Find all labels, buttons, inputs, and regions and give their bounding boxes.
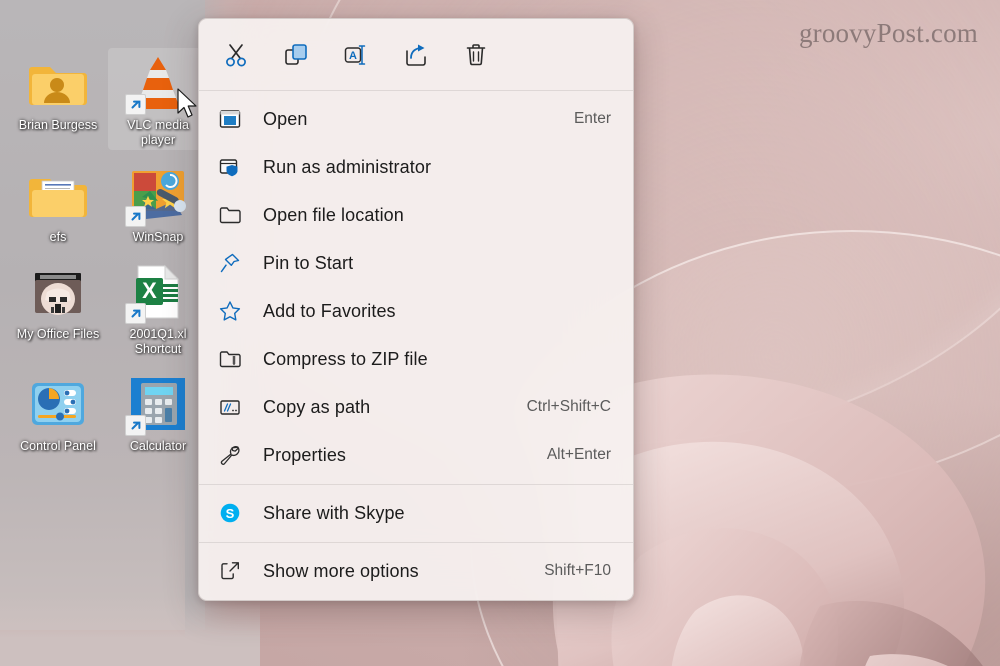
vlc-cone-icon <box>125 52 189 115</box>
desktop-icon-control-panel[interactable]: Control Panel <box>8 369 108 456</box>
menu-item-label: Show more options <box>263 560 419 581</box>
menu-item-accel: Ctrl+Shift+C <box>526 398 611 415</box>
menu-item-share-with-skype[interactable]: S Share with Skype <box>203 489 629 537</box>
delete-button[interactable] <box>451 33 501 77</box>
desktop-icon-row: My Office Files X 2001Q1.xl Shortcut <box>8 257 218 369</box>
shortcut-arrow-icon <box>125 206 146 227</box>
desktop-icon-excel-shortcut[interactable]: X 2001Q1.xl Shortcut <box>108 257 208 359</box>
menu-item-label: Properties <box>263 444 347 465</box>
menu-item-accel: Shift+F10 <box>544 562 611 579</box>
control-panel-icon <box>27 373 89 435</box>
svg-text:S: S <box>226 506 235 521</box>
desktop-icon-grid: Brian Burgess VLC media player efs WinSn… <box>8 48 218 466</box>
open-window-icon <box>219 108 249 130</box>
svg-text:A: A <box>349 50 357 62</box>
desktop-icon-label: Control Panel <box>20 439 96 453</box>
desktop-icon-vlc-media-player[interactable]: VLC media player <box>108 48 208 150</box>
menu-item-label: Copy as path <box>263 396 371 417</box>
desktop-icon-brian-burgess[interactable]: Brian Burgess <box>8 48 108 150</box>
desktop-icon-label: Calculator <box>129 439 187 453</box>
share-button[interactable] <box>391 33 441 77</box>
desktop-icon-calculator[interactable]: Calculator <box>108 369 208 456</box>
menu-item-label: Add to Favorites <box>263 300 396 321</box>
menu-item-open-file-location[interactable]: Open file location <box>203 191 629 239</box>
context-menu-group-main: Open Enter Run as administrator Open fil… <box>199 91 633 484</box>
folder-icon <box>219 204 249 226</box>
desktop-screen: groovyPost.com Brian Burgess VLC media p… <box>0 0 1000 666</box>
svg-text:X: X <box>142 278 157 303</box>
pin-icon <box>219 252 249 274</box>
cut-button[interactable] <box>211 33 261 77</box>
menu-item-copy-as-path[interactable]: Copy as path Ctrl+Shift+C <box>203 383 629 431</box>
shortcut-arrow-icon <box>125 303 146 324</box>
shortcut-arrow-icon <box>125 415 146 436</box>
excel-file-icon: X <box>125 261 189 324</box>
desktop-icon-efs[interactable]: efs <box>8 160 108 247</box>
context-menu-toolbar: A <box>199 19 633 90</box>
picture-folder-icon <box>27 261 89 323</box>
desktop-icon-label: My Office Files <box>16 327 100 341</box>
menu-item-label: Pin to Start <box>263 252 354 273</box>
shield-window-icon <box>219 156 249 178</box>
star-icon <box>219 300 249 322</box>
menu-item-label: Open <box>263 108 308 129</box>
user-folder-icon <box>27 52 89 114</box>
desktop-bottom-fade <box>0 596 260 666</box>
desktop-icon-winsnap[interactable]: WinSnap <box>108 160 208 247</box>
document-folder-icon <box>27 164 89 226</box>
zip-folder-icon <box>219 348 249 370</box>
desktop-icon-label: WinSnap <box>132 230 184 244</box>
menu-item-accel: Enter <box>573 110 611 127</box>
menu-item-show-more-options[interactable]: Show more options Shift+F10 <box>203 547 629 595</box>
desktop-icon-my-office-files[interactable]: My Office Files <box>8 257 108 359</box>
winsnap-icon <box>125 164 189 227</box>
menu-item-label: Run as administrator <box>263 156 432 177</box>
skype-icon: S <box>219 502 249 524</box>
menu-item-compress-to-zip-file[interactable]: Compress to ZIP file <box>203 335 629 383</box>
copy-path-icon <box>219 396 249 418</box>
menu-item-properties[interactable]: Properties Alt+Enter <box>203 431 629 479</box>
desktop-icon-row: Control Panel Calculator <box>8 369 218 466</box>
menu-item-open[interactable]: Open Enter <box>203 95 629 143</box>
wrench-icon <box>219 444 249 466</box>
desktop-icon-label: 2001Q1.xl Shortcut <box>129 327 187 356</box>
desktop-icon-row: efs WinSnap <box>8 160 218 257</box>
menu-item-accel: Alt+Enter <box>546 446 611 463</box>
menu-item-run-as-administrator[interactable]: Run as administrator <box>203 143 629 191</box>
context-menu: A Open Enter Run as administrator Open f… <box>198 18 634 601</box>
desktop-icon-label: Brian Burgess <box>18 118 98 132</box>
calculator-icon <box>125 373 189 436</box>
context-menu-group-more: Show more options Shift+F10 <box>199 543 633 600</box>
site-watermark: groovyPost.com <box>798 18 978 48</box>
desktop-icon-row: Brian Burgess VLC media player <box>8 48 218 160</box>
menu-item-label: Open file location <box>263 204 404 225</box>
menu-item-label: Compress to ZIP file <box>263 348 428 369</box>
more-options-icon <box>219 560 249 582</box>
desktop-icon-label: efs <box>49 230 67 244</box>
shortcut-arrow-icon <box>125 94 146 115</box>
rename-button[interactable]: A <box>331 33 381 77</box>
copy-button[interactable] <box>271 33 321 77</box>
desktop-icon-label: VLC media player <box>127 118 189 147</box>
menu-item-label: Share with Skype <box>263 502 405 523</box>
menu-item-pin-to-start[interactable]: Pin to Start <box>203 239 629 287</box>
context-menu-group-apps: S Share with Skype <box>199 485 633 542</box>
menu-item-add-to-favorites[interactable]: Add to Favorites <box>203 287 629 335</box>
